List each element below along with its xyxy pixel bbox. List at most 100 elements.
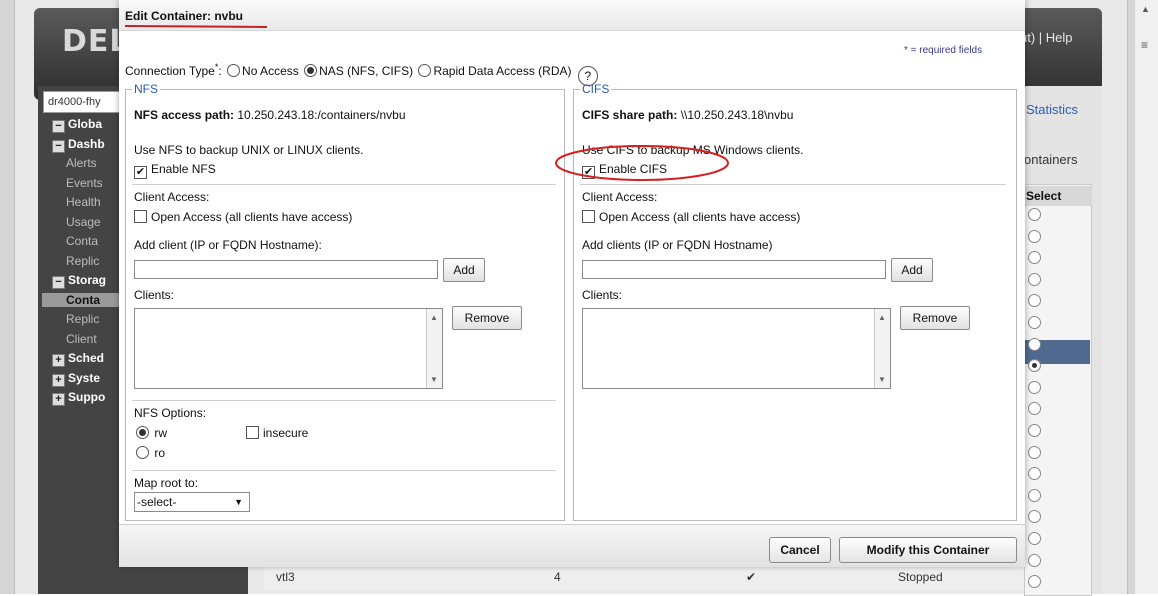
collapse-icon[interactable]: −	[52, 276, 65, 289]
ro-option[interactable]: ro	[134, 446, 165, 460]
row-select-radio[interactable]	[1028, 445, 1041, 459]
host-select[interactable]: dr4000-fhy	[43, 91, 127, 113]
cancel-button[interactable]: Cancel	[769, 537, 831, 563]
no-access-label: No Access	[242, 64, 299, 78]
row-select-radio[interactable]	[1028, 208, 1041, 221]
nas-label: NAS (NFS, CIFS)	[319, 64, 414, 78]
enable-cifs-highlight-annotation	[555, 145, 729, 181]
container-name-cell: vtl3	[276, 570, 295, 584]
nfs-client-access-label: Client Access:	[134, 190, 210, 204]
insecure-option[interactable]: insecure	[246, 426, 308, 440]
collapse-icon[interactable]: −	[52, 139, 65, 153]
row-select-radio[interactable]	[1028, 229, 1041, 243]
dialog-footer: Cancel Modify this Container	[119, 524, 1025, 567]
collapse-icon[interactable]: −	[52, 120, 65, 133]
cifs-path: CIFS share path: \\10.250.243.18\nvbu	[582, 108, 793, 122]
page-scrollbar[interactable]: ▲ ≡	[1134, 0, 1158, 594]
sidebar-item-usage[interactable]: Usage	[66, 215, 120, 229]
statistics-tab[interactable]: Statistics	[1026, 102, 1078, 117]
cifs-add-button[interactable]: Add	[891, 258, 933, 282]
sidebar-item-alerts[interactable]: Alerts	[66, 156, 120, 170]
sidebar-item-health[interactable]: Health	[66, 195, 120, 209]
containers-tab[interactable]: ontainers	[1024, 152, 1077, 167]
row-select-radio[interactable]	[1028, 316, 1041, 329]
scroll-up-icon[interactable]: ▲	[430, 313, 438, 322]
expand-icon[interactable]: +	[52, 373, 65, 387]
cifs-clients-list[interactable]: ▲ ▼	[582, 308, 891, 389]
cifs-open-access-label: Open Access (all clients have access)	[599, 210, 801, 224]
nas-radio[interactable]	[304, 64, 318, 77]
scroll-down-icon[interactable]: ▼	[878, 375, 886, 384]
cifs-client-access-label: Client Access:	[582, 190, 658, 204]
cifs-clients-scrollbar[interactable]: ▲ ▼	[874, 309, 890, 388]
cifs-open-access-checkbox[interactable]	[582, 210, 595, 223]
check-icon: ✔	[746, 570, 757, 584]
nfs-add-client-input[interactable]	[134, 260, 438, 279]
cifs-path-value: \\10.250.243.18\nvbu	[677, 108, 794, 122]
row-select-radio[interactable]	[1028, 553, 1041, 567]
sidebar-item-events[interactable]: Events	[66, 176, 120, 190]
sidebar-item-conta[interactable]: Conta	[42, 292, 120, 307]
map-root-value: -select-	[137, 495, 177, 509]
rw-label: rw	[154, 426, 168, 440]
cifs-add-client-label: Add clients (IP or FQDN Hostname)	[582, 238, 773, 252]
no-access-radio[interactable]	[227, 64, 241, 77]
required-fields-note: * = required fields	[904, 45, 983, 56]
status-cell: Stopped	[898, 570, 943, 584]
row-select-radio[interactable]	[1028, 532, 1041, 545]
nfs-path: NFS access path: 10.250.243.18:/containe…	[134, 108, 406, 122]
rda-label: Rapid Data Access (RDA)	[433, 64, 572, 78]
help-link[interactable]: ut) | Help	[1020, 30, 1073, 45]
nfs-clients-scrollbar[interactable]: ▲ ▼	[426, 309, 442, 388]
scroll-up-icon[interactable]: ▲	[1141, 4, 1150, 14]
edit-container-dialog: Edit Container: nvbu * = required fields…	[119, 0, 1025, 567]
divider	[132, 470, 556, 471]
cifs-add-client-input[interactable]	[582, 260, 886, 279]
nfs-fieldset: NFS NFS access path: 10.250.243.18:/cont…	[125, 82, 565, 521]
scroll-grip-icon[interactable]: ≡	[1141, 38, 1148, 52]
nfs-open-access-label: Open Access (all clients have access)	[151, 210, 353, 224]
chevron-down-icon: ▼	[234, 497, 243, 507]
cifs-path-label: CIFS share path:	[582, 108, 678, 122]
nfs-add-button[interactable]: Add	[443, 258, 485, 282]
modify-container-button[interactable]: Modify this Container	[839, 537, 1017, 563]
ro-radio[interactable]	[136, 446, 149, 459]
row-select-radio[interactable]	[1028, 380, 1041, 394]
cifs-remove-button[interactable]: Remove	[900, 306, 970, 330]
map-root-select[interactable]: -select- ▼	[134, 492, 250, 512]
nfs-options-label: NFS Options:	[134, 406, 207, 420]
nfs-open-access-row[interactable]: Open Access (all clients have access)	[134, 210, 352, 224]
rda-radio[interactable]	[418, 64, 432, 77]
cifs-legend: CIFS	[582, 82, 610, 96]
row-select-radio[interactable]	[1028, 424, 1041, 437]
select-column-header: Select	[1024, 186, 1092, 206]
sidebar-item-replic[interactable]: Replic	[66, 254, 120, 268]
scroll-up-icon[interactable]: ▲	[878, 313, 886, 322]
cifs-open-access-row[interactable]: Open Access (all clients have access)	[582, 210, 800, 224]
nfs-clients-label: Clients:	[134, 288, 175, 302]
sidebar-item-client[interactable]: Client	[66, 332, 120, 346]
rw-option[interactable]: rw	[134, 426, 167, 440]
scroll-down-icon[interactable]: ▼	[430, 375, 438, 384]
insecure-label: insecure	[263, 426, 309, 440]
nfs-open-access-checkbox[interactable]	[134, 210, 147, 223]
divider	[132, 184, 556, 185]
nfs-clients-list[interactable]: ▲ ▼	[134, 308, 443, 389]
count-cell: 4	[554, 570, 561, 584]
row-select-radio[interactable]	[1028, 337, 1041, 351]
map-root-label: Map root to:	[134, 476, 199, 490]
rw-radio[interactable]	[136, 426, 149, 439]
expand-icon[interactable]: +	[52, 393, 65, 406]
nfs-remove-button[interactable]: Remove	[452, 306, 522, 330]
expand-icon[interactable]: +	[52, 354, 65, 367]
nfs-description: Use NFS to backup UNIX or LINUX clients.	[134, 143, 364, 157]
enable-nfs-row[interactable]: ✔ Enable NFS	[134, 162, 216, 179]
row-select-radio[interactable]	[1028, 488, 1041, 502]
sidebar-item-conta[interactable]: Conta	[66, 234, 120, 248]
row-select-radio[interactable]	[1028, 272, 1041, 286]
enable-nfs-checkbox[interactable]: ✔	[134, 166, 147, 179]
sidebar-item-replic[interactable]: Replic	[66, 312, 120, 326]
ro-label: ro	[154, 446, 166, 460]
table-row[interactable]: vtl3 4 ✔ Stopped	[264, 566, 1024, 589]
insecure-checkbox[interactable]	[246, 426, 259, 439]
